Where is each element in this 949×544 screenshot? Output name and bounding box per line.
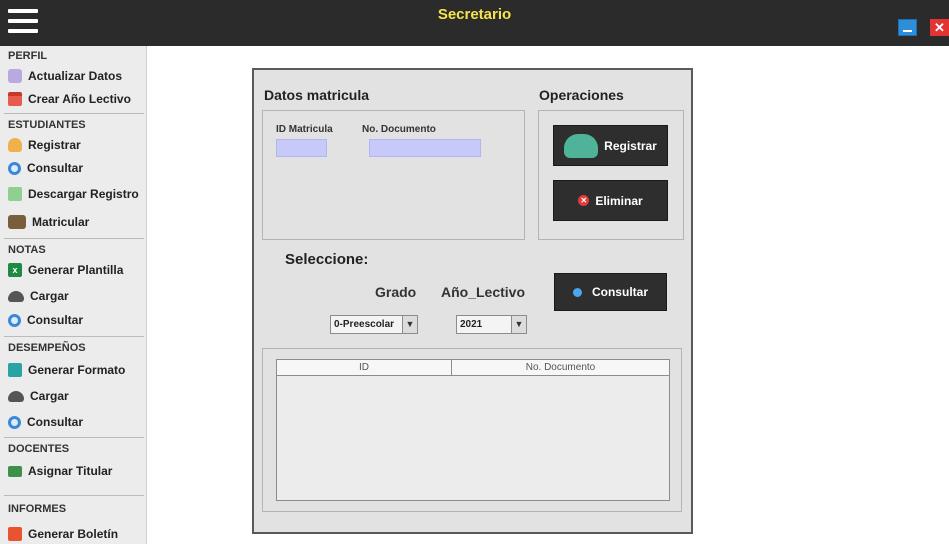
sidebar-item-matricular[interactable]: Matricular bbox=[8, 212, 89, 232]
sidebar-item-label: Generar Boletín bbox=[28, 527, 119, 541]
operaciones-box: Registrar ✕ Eliminar bbox=[538, 110, 684, 240]
id-matricula-input[interactable] bbox=[276, 139, 327, 157]
cloud-upload-icon bbox=[8, 290, 24, 302]
operaciones-title: Operaciones bbox=[539, 87, 624, 103]
group-icon bbox=[8, 215, 26, 229]
sidebar-item-cargar-desempenos[interactable]: Cargar bbox=[8, 386, 69, 406]
calendar-icon bbox=[8, 92, 22, 106]
section-title-informes: INFORMES bbox=[8, 503, 67, 515]
sidebar-item-label: Consultar bbox=[27, 161, 84, 175]
sidebar-item-actualizar-datos[interactable]: Actualizar Datos bbox=[8, 66, 122, 86]
consultar-button-label: Consultar bbox=[591, 285, 648, 299]
sidebar-item-label: Registrar bbox=[28, 138, 81, 152]
results-table[interactable]: ID No. Documento bbox=[276, 359, 670, 501]
download-icon bbox=[8, 187, 22, 201]
cloud-upload-icon bbox=[8, 390, 24, 402]
section-divider bbox=[4, 113, 144, 114]
sidebar-item-registrar[interactable]: Registrar bbox=[8, 135, 81, 155]
sidebar-item-crear-ano-lectivo[interactable]: Crear Año Lectivo bbox=[8, 89, 131, 109]
grado-label: Grado bbox=[375, 284, 417, 300]
flag-icon bbox=[8, 465, 22, 477]
section-title-docentes: DOCENTES bbox=[8, 443, 70, 455]
no-documento-label: No. Documento bbox=[362, 124, 436, 135]
title-bar: Secretario ✕ bbox=[0, 0, 949, 46]
section-divider bbox=[4, 238, 144, 239]
chevron-down-icon[interactable]: ▼ bbox=[402, 316, 417, 333]
consultar-button[interactable]: Consultar bbox=[554, 273, 667, 311]
sidebar-item-label: Generar Plantilla bbox=[28, 263, 124, 277]
user-edit-icon bbox=[8, 69, 22, 83]
sidebar-item-label: Asignar Titular bbox=[28, 464, 113, 478]
ano-lectivo-select[interactable]: 2021 ▼ bbox=[456, 315, 527, 334]
pdf-icon bbox=[8, 527, 22, 541]
cloud-upload-icon bbox=[564, 133, 599, 158]
sidebar-item-consultar-desempenos[interactable]: Consultar bbox=[8, 412, 83, 432]
section-title-perfil: PERFIL bbox=[8, 50, 48, 62]
results-table-container: ID No. Documento bbox=[262, 348, 682, 512]
no-documento-input[interactable] bbox=[369, 139, 481, 157]
search-icon bbox=[8, 161, 21, 175]
sidebar-item-generar-plantilla[interactable]: x Generar Plantilla bbox=[8, 260, 123, 280]
column-header-id[interactable]: ID bbox=[277, 360, 451, 375]
ano-lectivo-label: Año_Lectivo bbox=[441, 284, 526, 300]
sidebar-item-consultar-estudiantes[interactable]: Consultar bbox=[8, 158, 83, 178]
sidebar-item-label: Cargar bbox=[30, 389, 69, 403]
sidebar-item-label: Cargar bbox=[30, 289, 69, 303]
window-title: Secretario bbox=[437, 6, 512, 23]
table-header: ID No. Documento bbox=[277, 360, 669, 376]
sidebar-item-asignar-titular[interactable]: Asignar Titular bbox=[8, 461, 112, 481]
seleccione-title: Seleccione: bbox=[285, 251, 369, 268]
grado-select[interactable]: 0-Preescolar ▼ bbox=[330, 315, 418, 334]
registrar-button-label: Registrar bbox=[604, 138, 657, 153]
secretario-panel: Datos matricula ID Matricula No. Documen… bbox=[252, 68, 693, 534]
sidebar-item-label: Actualizar Datos bbox=[28, 69, 123, 83]
section-divider bbox=[4, 336, 144, 337]
section-title-desempenos: DESEMPEÑOS bbox=[8, 342, 86, 354]
id-matricula-label: ID Matricula bbox=[276, 124, 333, 135]
registrar-button[interactable]: Registrar bbox=[553, 125, 668, 166]
calculator-icon bbox=[8, 363, 22, 377]
sidebar-item-descargar-registro[interactable]: Descargar Registro bbox=[8, 184, 139, 204]
sidebar-item-label: Consultar bbox=[27, 415, 84, 429]
sidebar-item-label: Consultar bbox=[27, 313, 84, 327]
sidebar-item-consultar-notas[interactable]: Consultar bbox=[8, 310, 83, 330]
ano-lectivo-select-value: 2021 bbox=[460, 319, 483, 330]
section-divider bbox=[4, 437, 144, 438]
search-icon bbox=[8, 415, 21, 429]
sidebar-item-generar-boletin[interactable]: Generar Boletín bbox=[8, 524, 118, 544]
sidebar-item-cargar-notas[interactable]: Cargar bbox=[8, 286, 69, 306]
sidebar-item-generar-formato[interactable]: Generar Formato bbox=[8, 360, 125, 380]
section-divider bbox=[4, 495, 144, 496]
eliminar-button[interactable]: ✕ Eliminar bbox=[553, 180, 668, 221]
search-icon bbox=[8, 313, 21, 327]
sidebar-item-label: Descargar Registro bbox=[28, 187, 139, 201]
person-icon bbox=[8, 138, 22, 152]
eliminar-button-label: Eliminar bbox=[595, 193, 643, 208]
grado-select-value: 0-Preescolar bbox=[334, 319, 395, 330]
section-title-notas: NOTAS bbox=[8, 244, 46, 256]
section-title-estudiantes: ESTUDIANTES bbox=[8, 119, 86, 131]
excel-icon: x bbox=[8, 263, 22, 277]
close-icon[interactable]: ✕ bbox=[930, 19, 949, 36]
sidebar: PERFIL Actualizar Datos Crear Año Lectiv… bbox=[0, 46, 147, 544]
minimize-icon[interactable] bbox=[898, 19, 917, 36]
info-dot-icon bbox=[572, 287, 582, 297]
delete-icon: ✕ bbox=[578, 195, 590, 206]
datos-matricula-box: ID Matricula No. Documento bbox=[262, 110, 525, 240]
chevron-down-icon[interactable]: ▼ bbox=[511, 316, 526, 333]
sidebar-item-label: Crear Año Lectivo bbox=[28, 92, 131, 106]
sidebar-item-label: Generar Formato bbox=[28, 363, 126, 377]
column-header-no-documento[interactable]: No. Documento bbox=[451, 360, 669, 375]
sidebar-item-label: Matricular bbox=[32, 215, 90, 229]
datos-matricula-title: Datos matricula bbox=[264, 87, 370, 103]
